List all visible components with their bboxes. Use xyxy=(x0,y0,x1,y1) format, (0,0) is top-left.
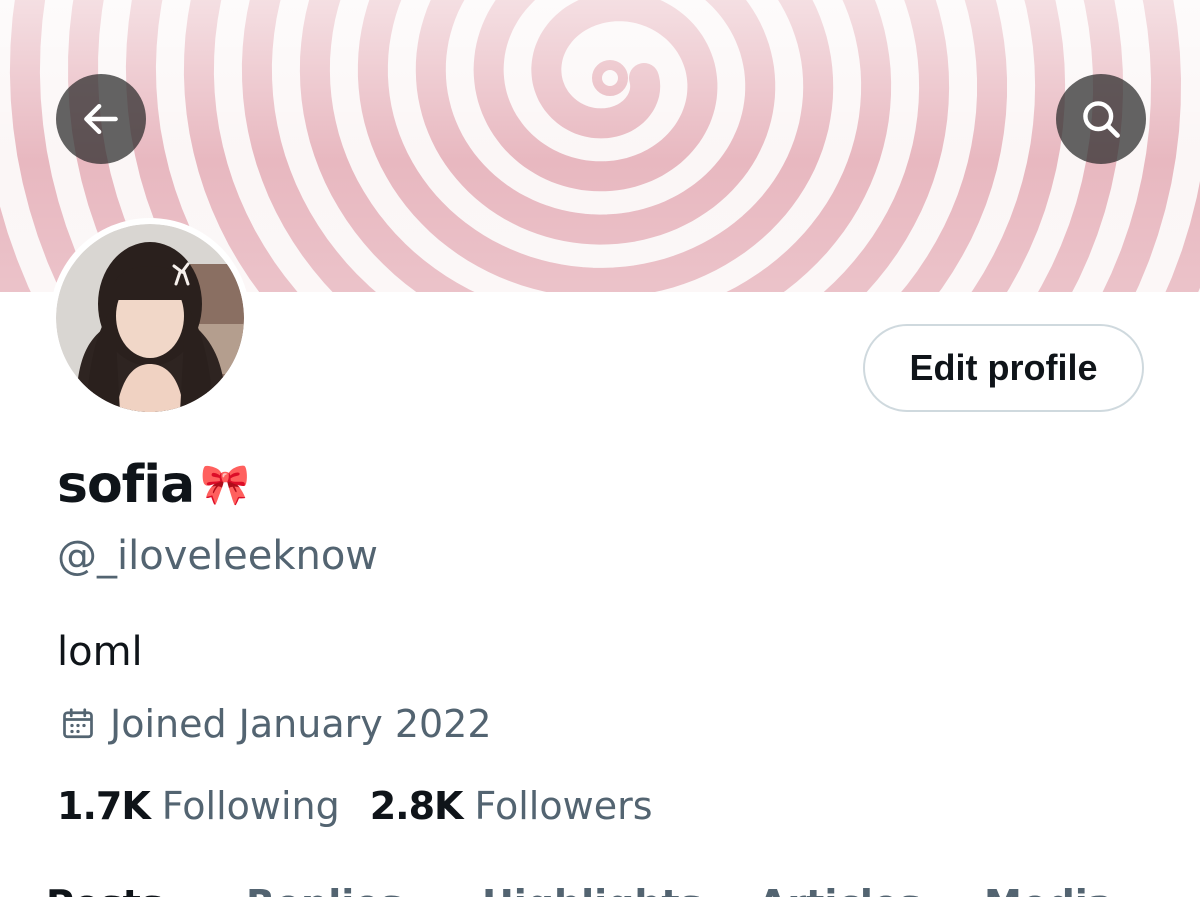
tab-highlights[interactable]: Highlights xyxy=(482,880,702,897)
tab-posts[interactable]: Posts xyxy=(46,880,163,897)
followers-link[interactable]: 2.8K Followers xyxy=(370,780,653,832)
followers-label: Followers xyxy=(474,784,653,828)
back-button[interactable] xyxy=(56,74,146,164)
username-handle: @_iloveleeknow xyxy=(57,533,379,579)
profile-tabs: Posts Replies Highlights Articles Media xyxy=(0,872,1200,897)
display-name-text: sofia xyxy=(57,455,195,515)
arrow-left-icon xyxy=(84,103,118,135)
following-count: 1.7K xyxy=(57,784,151,828)
following-link[interactable]: 1.7K Following xyxy=(57,780,340,832)
calendar-icon xyxy=(60,706,96,742)
edit-profile-button[interactable]: Edit profile xyxy=(863,324,1144,412)
profile-bio: loml xyxy=(57,629,143,675)
following-label: Following xyxy=(161,784,340,828)
display-name: sofia 🎀 xyxy=(57,452,250,518)
ribbon-emoji: 🎀 xyxy=(200,462,250,508)
followers-count: 2.8K xyxy=(369,784,464,828)
joined-text: Joined January 2022 xyxy=(110,702,492,746)
search-button[interactable] xyxy=(1056,74,1146,164)
search-icon xyxy=(1083,101,1120,138)
tab-replies[interactable]: Replies xyxy=(246,880,403,897)
tab-articles[interactable]: Articles xyxy=(758,880,921,897)
joined-date: Joined January 2022 xyxy=(60,698,492,750)
follow-stats: 1.7K Following 2.8K Followers xyxy=(57,780,653,832)
avatar[interactable] xyxy=(50,218,250,418)
avatar-photo xyxy=(56,224,244,412)
tab-media[interactable]: Media xyxy=(984,880,1113,897)
